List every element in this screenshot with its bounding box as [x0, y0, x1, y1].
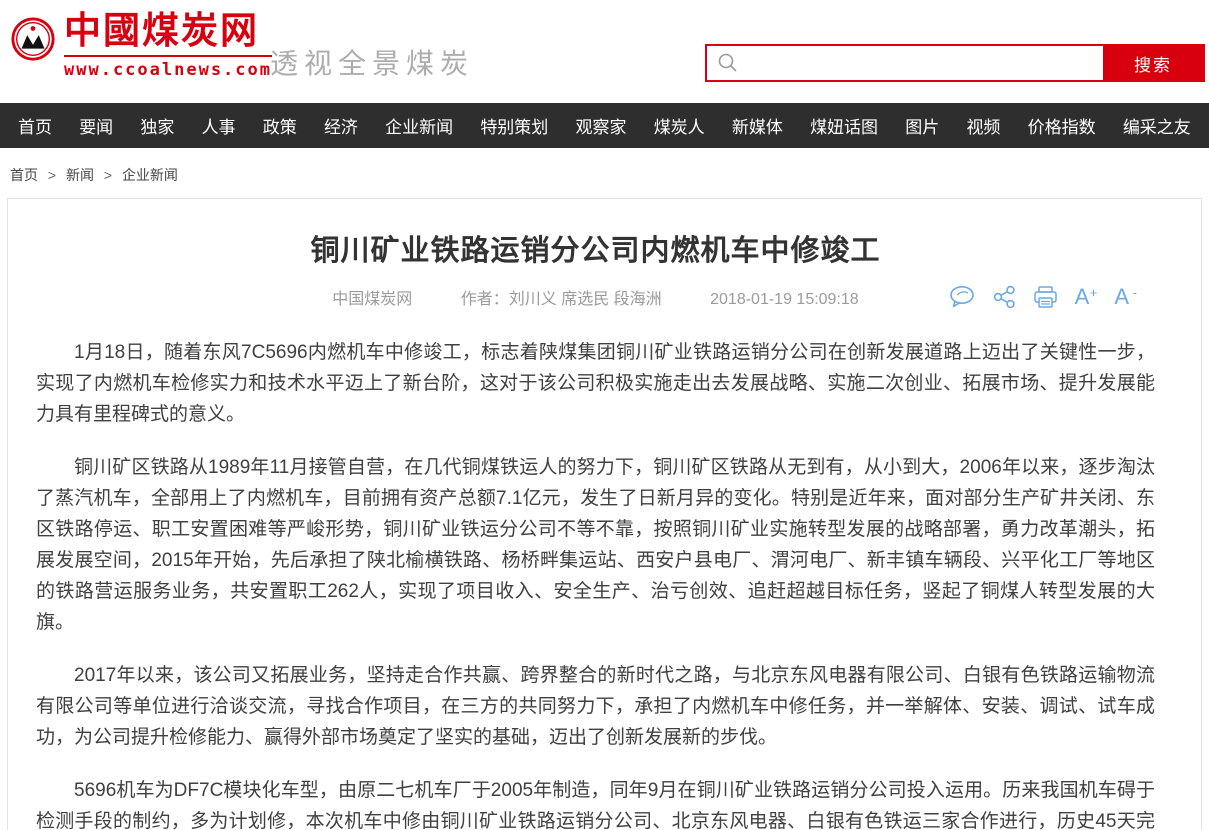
article-authors: 作者：刘川义 席选民 段海洲 [461, 291, 662, 308]
site-header: 中國煤炭网 www.ccoalnews.com 透视全景煤炭 搜索 [0, 0, 1209, 103]
nav-item-guanchajia[interactable]: 观察家 [576, 113, 627, 138]
comment-icon[interactable] [949, 285, 976, 309]
article-meta: 中国煤炭网 作者：刘川义 席选民 段海洲 2018-01-19 15:09:18 [36, 285, 1155, 315]
site-tagline: 透视全景煤炭 [270, 42, 474, 82]
share-icon[interactable] [993, 285, 1016, 309]
search-input[interactable] [749, 46, 1103, 80]
nav-item-meiniu-huatu[interactable]: 煤妞话图 [810, 113, 878, 138]
article-toolbar: A+ A- [949, 285, 1137, 309]
article-paragraph: 5696机车为DF7C模块化车型，由原二七机车厂于2005年制造，同年9月在铜川… [36, 775, 1155, 830]
search-button[interactable]: 搜索 [1103, 46, 1203, 80]
breadcrumb: 首页 > 新闻 > 企业新闻 [10, 165, 1209, 185]
nav-item-qiye-xinwen[interactable]: 企业新闻 [385, 113, 453, 138]
nav-item-home[interactable]: 首页 [18, 113, 52, 138]
breadcrumb-separator: > [104, 167, 112, 183]
site-logo[interactable]: 中國煤炭网 www.ccoalnews.com [10, 8, 272, 80]
breadcrumb-separator: > [48, 167, 56, 183]
article-source: 中国煤炭网 [332, 291, 412, 308]
coal-mountain-logo-icon [10, 16, 56, 62]
article-paragraph: 1月18日，随着东风7C5696内燃机车中修竣工，标志着陕煤集团铜川矿业铁路运销… [36, 337, 1155, 430]
font-decrease-button[interactable]: A- [1114, 286, 1137, 308]
nav-item-meitanren[interactable]: 煤炭人 [654, 113, 705, 138]
article-paragraph: 2017年以来，该公司又拓展业务，坚持走合作共赢、跨界整合的新时代之路，与北京东… [36, 660, 1155, 753]
nav-item-renshi[interactable]: 人事 [202, 113, 236, 138]
font-increase-button[interactable]: A+ [1075, 286, 1098, 308]
nav-item-jiage-zhishu[interactable]: 价格指数 [1028, 113, 1096, 138]
nav-item-tupian[interactable]: 图片 [905, 113, 939, 138]
article-container: 铜川矿业铁路运销分公司内燃机车中修竣工 中国煤炭网 作者：刘川义 席选民 段海洲… [7, 198, 1202, 830]
nav-item-zhengce[interactable]: 政策 [263, 113, 297, 138]
main-nav: 首页 要闻 独家 人事 政策 经济 企业新闻 特别策划 观察家 煤炭人 新媒体 … [0, 103, 1209, 148]
font-decrease-label: A [1114, 286, 1129, 308]
nav-item-xinmeiti[interactable]: 新媒体 [732, 113, 783, 138]
nav-item-jingji[interactable]: 经济 [324, 113, 358, 138]
print-icon[interactable] [1033, 285, 1058, 309]
plus-icon: + [1090, 282, 1098, 304]
breadcrumb-enterprise-news[interactable]: 企业新闻 [122, 167, 178, 183]
nav-item-shipin[interactable]: 视频 [966, 113, 1000, 138]
nav-item-yaowen[interactable]: 要闻 [79, 113, 113, 138]
breadcrumb-home[interactable]: 首页 [10, 167, 38, 183]
site-url: www.ccoalnews.com [64, 55, 272, 80]
font-increase-label: A [1075, 286, 1090, 308]
article-paragraph: 铜川矿区铁路从1989年11月接管自营，在几代铜煤铁运人的努力下，铜川矿区铁路从… [36, 452, 1155, 638]
nav-item-tebie-cehua[interactable]: 特别策划 [480, 113, 548, 138]
nav-item-dujia[interactable]: 独家 [140, 113, 174, 138]
search-icon [707, 46, 749, 80]
minus-icon: - [1133, 282, 1137, 304]
site-name: 中國煤炭网 [64, 8, 272, 52]
article-datetime: 2018-01-19 15:09:18 [710, 291, 859, 308]
search-bar: 搜索 [705, 44, 1205, 82]
nav-item-biancai-zhiyou[interactable]: 编采之友 [1123, 113, 1191, 138]
breadcrumb-news[interactable]: 新闻 [66, 167, 94, 183]
article-title: 铜川矿业铁路运销分公司内燃机车中修竣工 [36, 227, 1155, 269]
